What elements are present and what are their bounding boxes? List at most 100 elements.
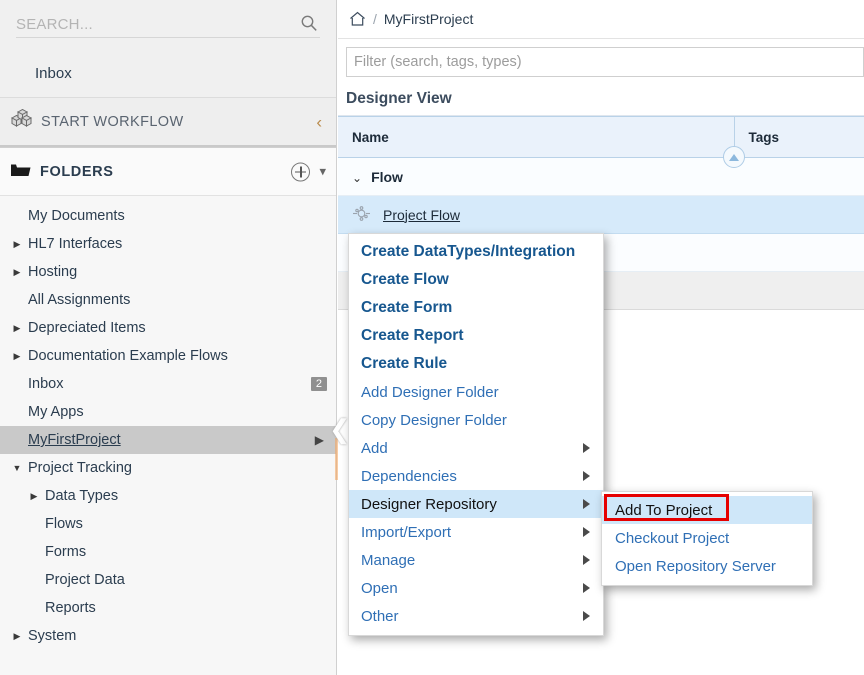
menu-item-create-form[interactable]: Create Form (349, 294, 603, 322)
menu-item-create-report[interactable]: Create Report (349, 322, 603, 350)
column-header-name[interactable]: Name (338, 116, 745, 168)
filter-input[interactable] (346, 47, 864, 77)
chevron-down-icon[interactable]: ▾ (319, 164, 326, 180)
sidebar-item-label: All Assignments (28, 292, 131, 308)
sidebar-item-data-types[interactable]: ▶ Data Types (0, 482, 336, 510)
sidebar-item-hosting[interactable]: ▶ Hosting (0, 258, 336, 286)
sidebar-item-label: Flows (45, 516, 83, 532)
table-group-row[interactable]: ⌄ Flow (338, 157, 864, 196)
sidebar-item-inbox[interactable]: Inbox 2 (0, 370, 336, 398)
inbox-top-label: Inbox (35, 64, 72, 82)
submenu-item-add-to-project[interactable]: Add To Project (602, 496, 812, 524)
context-menu: Create DataTypes/Integration Create Flow C… (348, 233, 604, 636)
menu-item-dependencies[interactable]: Dependencies (349, 462, 603, 490)
submenu-item-label: Open Repository Server (615, 557, 776, 575)
sidebar-item-documentation-example-flows[interactable]: ▶ Documentation Example Flows (0, 342, 336, 370)
folders-label: FOLDERS (40, 163, 114, 180)
menu-item-label: Copy Designer Folder (361, 411, 507, 429)
sidebar-item-hl7-interfaces[interactable]: ▶ HL7 Interfaces (0, 230, 336, 258)
menu-item-label: Dependencies (361, 467, 457, 485)
chevron-right-icon[interactable]: ▶ (10, 239, 24, 250)
chevron-right-icon[interactable]: ▶ (27, 491, 41, 502)
sidebar-item-label: Hosting (28, 264, 78, 280)
menu-item-create-rule[interactable]: Create Rule (349, 350, 603, 378)
sort-ascending-icon[interactable] (722, 146, 745, 168)
chevron-right-icon[interactable]: ▶ (10, 351, 24, 362)
start-workflow-section[interactable]: START WORKFLOW ‹ (0, 98, 336, 147)
submenu-arrow-icon (583, 555, 590, 565)
menu-item-other[interactable]: Other (349, 602, 603, 630)
sidebar-item-reports[interactable]: Reports (0, 594, 336, 622)
sidebar-item-depreciated-items[interactable]: ▶ Depreciated Items (0, 314, 336, 342)
menu-item-label: Create DataTypes/Integration (361, 243, 576, 260)
sidebar-item-my-apps[interactable]: My Apps (0, 398, 336, 426)
sidebar-item-my-documents[interactable]: My Documents (0, 202, 336, 230)
chevron-left-icon[interactable]: ‹ (316, 113, 322, 130)
chevron-right-icon[interactable]: ▶ (315, 433, 324, 447)
menu-item-designer-repository[interactable]: Designer Repository (349, 490, 603, 518)
chevron-right-icon[interactable]: ▶ (10, 631, 24, 642)
menu-item-create-flow[interactable]: Create Flow (349, 266, 603, 294)
search-field-wrap (16, 14, 320, 38)
menu-item-label: Create Form (361, 299, 453, 316)
left-sidebar: Inbox START (0, 0, 337, 675)
column-header-tags[interactable]: Tags (734, 116, 864, 158)
submenu-arrow-icon (583, 499, 590, 509)
sidebar-item-system[interactable]: ▶ System (0, 622, 336, 650)
breadcrumb-separator: / (373, 11, 377, 27)
submenu-arrow-icon (583, 611, 590, 621)
sidebar-item-flows[interactable]: Flows (0, 510, 336, 538)
menu-item-label: Other (361, 607, 399, 625)
menu-item-label: Manage (361, 551, 416, 569)
search-area (0, 0, 336, 49)
row-tags-cell (734, 271, 864, 310)
search-icon[interactable] (300, 14, 318, 37)
sidebar-item-project-tracking[interactable]: ▼ Project Tracking (0, 454, 336, 482)
row-tags-cell (734, 195, 864, 234)
group-row-tags-cell (734, 157, 864, 196)
sidebar-item-label: Documentation Example Flows (28, 348, 228, 364)
menu-item-label: Create Flow (361, 271, 449, 288)
column-header-name-label: Name (352, 129, 389, 145)
submenu-arrow-icon (583, 443, 590, 453)
folders-section-header[interactable]: FOLDERS ▾ (0, 147, 336, 196)
sidebar-item-label: Project Tracking (28, 460, 132, 476)
sidebar-item-label: Data Types (45, 488, 119, 504)
home-icon[interactable] (349, 11, 366, 27)
menu-item-create-datatypes-integration[interactable]: Create DataTypes/Integration (349, 238, 603, 266)
sidebar-item-project-data[interactable]: Project Data (0, 566, 336, 594)
menu-item-label: Create Report (361, 327, 464, 344)
menu-item-add[interactable]: Add (349, 434, 603, 462)
table-row[interactable]: Project Flow (338, 195, 864, 234)
filter-row (338, 39, 864, 77)
plus-circle-icon[interactable] (291, 162, 311, 181)
menu-item-import-export[interactable]: Import/Export (349, 518, 603, 546)
designer-repository-submenu: Add To Project Checkout Project Open Repos… (601, 491, 813, 586)
sidebar-item-myfirstproject[interactable]: MyFirstProject ▶ (0, 426, 336, 454)
menu-item-copy-designer-folder[interactable]: Copy Designer Folder (349, 406, 603, 434)
menu-item-add-designer-folder[interactable]: Add Designer Folder (349, 378, 603, 406)
submenu-arrow-icon (583, 471, 590, 481)
group-row-label: Flow (371, 168, 403, 185)
chevron-right-icon[interactable]: ▶ (10, 323, 24, 334)
sidebar-item-label: Forms (45, 544, 87, 560)
menu-item-open[interactable]: Open (349, 574, 603, 602)
search-input[interactable] (16, 14, 246, 35)
breadcrumb-current[interactable]: MyFirstProject (384, 11, 473, 27)
chevron-down-icon[interactable]: ▼ (10, 463, 24, 473)
sidebar-item-forms[interactable]: Forms (0, 538, 336, 566)
panel-splitter[interactable]: ❮ (329, 414, 351, 480)
flow-link[interactable]: Project Flow (383, 207, 460, 223)
chevron-down-icon[interactable]: ⌄ (352, 171, 362, 185)
menu-item-manage[interactable]: Manage (349, 546, 603, 574)
submenu-item-label: Checkout Project (615, 529, 730, 547)
folder-tree: My Documents ▶ HL7 Interfaces ▶ Hosting All A… (0, 196, 336, 650)
sidebar-item-label: My Documents (28, 208, 125, 224)
submenu-item-checkout-project[interactable]: Checkout Project (602, 524, 812, 552)
submenu-item-open-repository-server[interactable]: Open Repository Server (602, 552, 812, 580)
chevron-right-icon[interactable]: ▶ (10, 267, 24, 278)
sidebar-item-all-assignments[interactable]: All Assignments (0, 286, 336, 314)
sidebar-item-inbox-top[interactable]: Inbox (0, 49, 336, 98)
folder-icon (10, 161, 31, 183)
sidebar-item-label: Depreciated Items (28, 320, 146, 336)
